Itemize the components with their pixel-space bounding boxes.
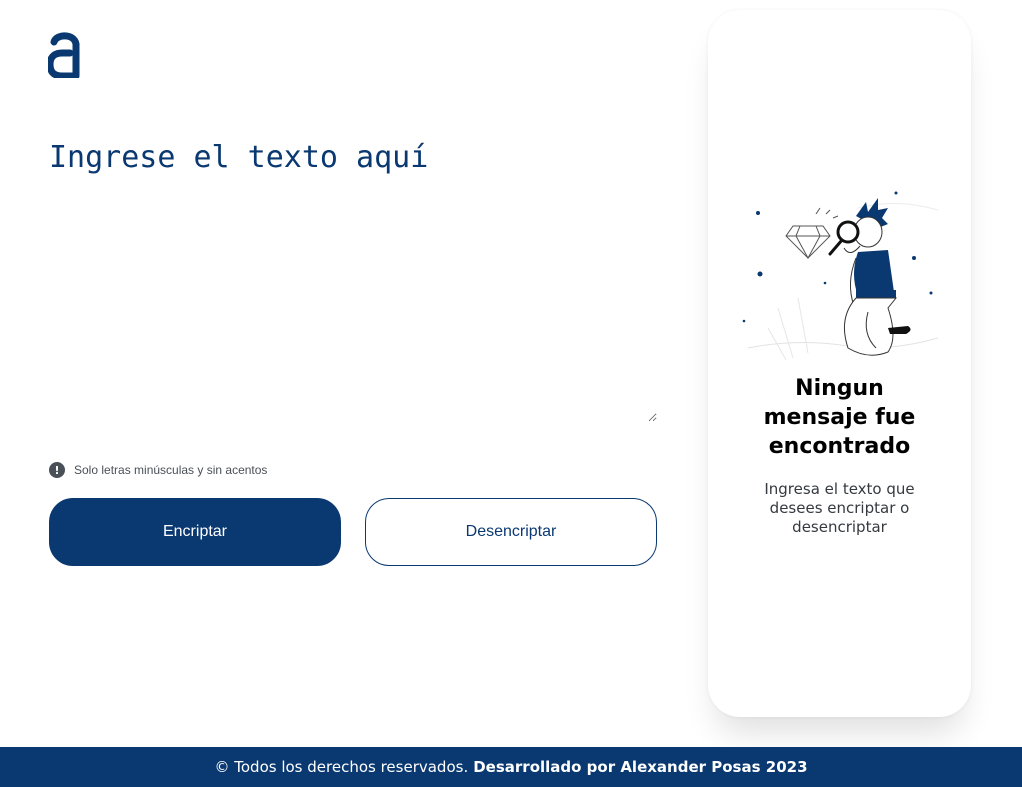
page: ! Solo letras minúsculas y sin acentos E… [0,0,1022,787]
output-panel: Ningun mensaje fue encontrado Ingresa el… [708,10,971,717]
encrypt-button[interactable]: Encriptar [49,498,341,566]
panel-title: Ningun mensaje fue encontrado [763,376,916,459]
exclamation-circle-icon: ! [49,462,65,478]
hint-text: Solo letras minúsculas y sin acentos [74,463,268,477]
person-with-magnifying-glass-illustration [742,191,939,361]
alura-logo-icon [48,32,80,78]
footer-copyright: © Todos los derechos reservados. [214,758,469,776]
decrypt-button[interactable]: Desencriptar [365,498,657,566]
panel-text: Ingresa el texto que desees encriptar o … [764,480,915,536]
footer-author: Desarrollado por Alexander Posas 2023 [473,758,808,776]
input-hint: ! Solo letras minúsculas y sin acentos [49,461,267,479]
footer: © Todos los derechos reservados. Desarro… [0,747,1022,787]
message-input[interactable] [49,140,657,422]
